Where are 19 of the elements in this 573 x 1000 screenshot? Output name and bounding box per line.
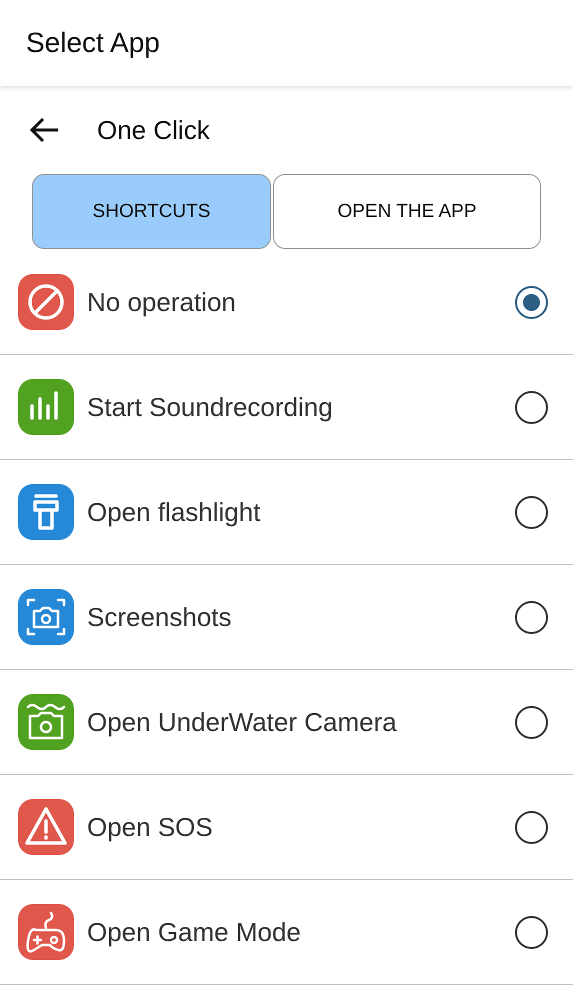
option-label: Open Game Mode	[87, 916, 302, 948]
radio-button[interactable]	[515, 390, 548, 424]
tab[interactable]: OPEN THE APP	[273, 174, 541, 249]
tab[interactable]: SHORTCUTS	[32, 174, 271, 249]
back-icon[interactable]	[30, 117, 60, 143]
radio-button[interactable]	[515, 286, 548, 318]
radio-button[interactable]	[515, 600, 548, 634]
radio-button[interactable]	[515, 916, 548, 948]
option-label: Open flashlight	[87, 496, 262, 528]
page-title: One Click	[97, 114, 210, 146]
radio-button[interactable]	[515, 496, 548, 528]
screen-title: Select App	[26, 27, 160, 59]
option-label: Screenshots	[87, 602, 233, 632]
option-label: Open UnderWater Camera	[87, 706, 398, 738]
option-label: No operation	[87, 286, 237, 318]
option-label: Open SOS	[87, 812, 214, 842]
option-label: Start Soundrecording	[87, 392, 334, 422]
radio-button[interactable]	[515, 706, 548, 738]
radio-button[interactable]	[515, 810, 548, 844]
